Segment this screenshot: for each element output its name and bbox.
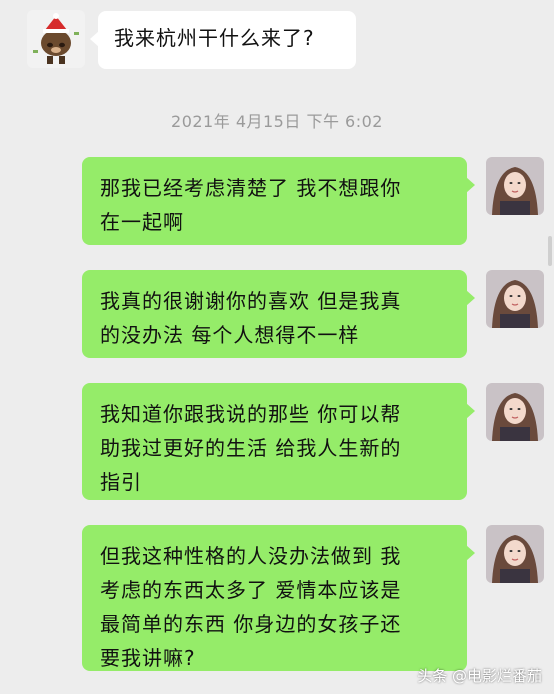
message-line: 我真的很谢谢你的喜欢 但是我真 [100, 289, 402, 313]
incoming-message-bubble[interactable]: 我来杭州干什么来了? [90, 11, 356, 69]
message-line: 指引 [100, 470, 142, 494]
user-avatar-icon [486, 270, 544, 328]
message-line: 的没办法 每个人想得不一样 [100, 323, 360, 347]
message-line: 考虑的东西太多了 爱情本应该是 [100, 578, 402, 602]
my-avatar[interactable] [486, 383, 544, 441]
my-avatar[interactable] [486, 157, 544, 215]
message-line: 要我讲嘛? [100, 646, 196, 670]
message-line: 最简单的东西 你身边的女孩子还 [100, 612, 402, 636]
message-line: 在一起啊 [100, 210, 184, 234]
my-avatar[interactable] [486, 270, 544, 328]
incoming-message-text: 我来杭州干什么来了? [114, 26, 315, 50]
outgoing-message-bubble-2[interactable]: 我真的很谢谢你的喜欢 但是我真 的没办法 每个人想得不一样 [82, 270, 475, 358]
outgoing-message-bubble-3[interactable]: 我知道你跟我说的那些 你可以帮 助我过更好的生活 给我人生新的 指引 [82, 383, 475, 500]
my-avatar[interactable] [486, 525, 544, 583]
scrollbar-thumb[interactable] [548, 236, 552, 266]
sender-avatar[interactable] [27, 10, 85, 68]
user-avatar-icon [486, 157, 544, 215]
outgoing-message-bubble-1[interactable]: 那我已经考虑清楚了 我不想跟你 在一起啊 [82, 157, 475, 245]
user-avatar-icon [486, 525, 544, 583]
message-line: 但我这种性格的人没办法做到 我 [100, 544, 402, 568]
outgoing-message-bubble-4[interactable]: 但我这种性格的人没办法做到 我 考虑的东西太多了 爱情本应该是 最简单的东西 你… [82, 525, 475, 671]
message-line: 我知道你跟我说的那些 你可以帮 [100, 402, 402, 426]
message-line: 助我过更好的生活 给我人生新的 [100, 436, 402, 460]
user-avatar-icon [486, 383, 544, 441]
bear-avatar-icon [27, 10, 85, 68]
watermark: 头条 @电影烂番茄 [417, 667, 542, 685]
message-line: 那我已经考虑清楚了 我不想跟你 [100, 176, 402, 200]
chat-timestamp: 2021年 4月15日 下午 6:02 [171, 112, 383, 131]
